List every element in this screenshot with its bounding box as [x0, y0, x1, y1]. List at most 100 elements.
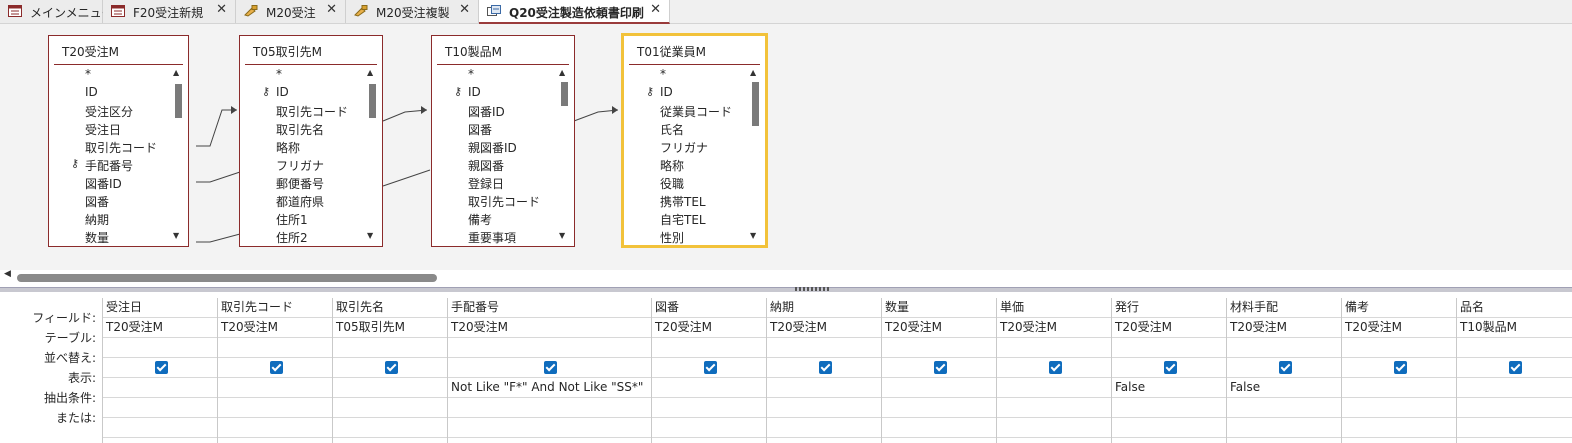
show-cell[interactable] [1457, 358, 1572, 378]
show-cell[interactable] [997, 358, 1112, 378]
field-item[interactable]: 住所2 [276, 229, 308, 246]
field-cell[interactable]: 単価 [997, 298, 1112, 318]
field-item[interactable]: 重要事項 [468, 229, 516, 246]
scroll-up-icon[interactable]: ▲ [173, 68, 179, 77]
table-cell[interactable]: T20受注M [997, 318, 1112, 338]
show-checkbox[interactable] [155, 361, 168, 374]
table-t05-customer[interactable]: T05取引先M * ⚷ ID 取引先コード 取引先名 略称 フリガナ 郵便番号 … [239, 35, 383, 247]
or-cell[interactable] [1342, 398, 1457, 418]
show-checkbox[interactable] [544, 361, 557, 374]
scroll-down-icon[interactable]: ▼ [173, 231, 179, 240]
table-cell[interactable]: T20受注M [767, 318, 882, 338]
table-scrollbar[interactable]: ▲ ▼ [750, 68, 761, 240]
or-cell[interactable] [448, 398, 652, 418]
field-item[interactable]: 備考 [468, 211, 492, 228]
field-item[interactable]: 図番ID [85, 175, 122, 192]
table-t10-product[interactable]: T10製品M * ⚷ ID 図番ID 図番 親図番ID 親図番 登録日 取引先コ… [431, 35, 575, 247]
field-item[interactable]: 氏名 [660, 121, 684, 138]
field-cell[interactable]: 材料手配 [1227, 298, 1342, 318]
field-item[interactable]: 受注日 [85, 121, 121, 138]
criteria-cell[interactable] [333, 378, 448, 398]
field-cell[interactable]: 数量 [882, 298, 997, 318]
criteria-cell[interactable] [882, 378, 997, 398]
or-cell[interactable] [997, 398, 1112, 418]
scroll-up-icon[interactable]: ▲ [367, 68, 373, 77]
or-cell[interactable] [103, 398, 218, 418]
field-item[interactable]: 携帯TEL [660, 193, 706, 210]
table-cell[interactable]: T05取引先M [333, 318, 448, 338]
close-icon[interactable]: ✕ [326, 2, 337, 17]
field-cell[interactable]: 品名 [1457, 298, 1572, 318]
field-item[interactable]: 性別 [660, 229, 684, 246]
table-cell[interactable]: T20受注M [1342, 318, 1457, 338]
close-icon[interactable]: ✕ [650, 2, 661, 17]
criteria-cell[interactable]: Not Like "F*" And Not Like "SS*" [448, 378, 652, 398]
scroll-up-icon[interactable]: ▲ [559, 68, 565, 77]
field-cell[interactable]: 発行 [1112, 298, 1227, 318]
field-item[interactable]: 従業員コード [660, 103, 732, 120]
or-cell[interactable] [1457, 398, 1572, 418]
field-item[interactable]: 親図番ID [468, 139, 517, 156]
field-item[interactable]: 略称 [276, 139, 300, 156]
field-item[interactable]: * [85, 67, 91, 81]
design-horizontal-scrollbar[interactable]: ◀ [0, 269, 1572, 284]
criteria-cell[interactable] [218, 378, 333, 398]
empty-cell[interactable] [767, 418, 882, 438]
table-scrollbar[interactable]: ▲ ▼ [367, 68, 378, 240]
empty-cell[interactable] [997, 418, 1112, 438]
field-cell[interactable]: 取引先名 [333, 298, 448, 318]
field-item[interactable]: フリガナ [276, 157, 324, 174]
tab-m20-order[interactable]: M20受注 ✕ [236, 0, 346, 23]
empty-cell[interactable] [103, 418, 218, 438]
criteria-cell[interactable] [767, 378, 882, 398]
or-cell[interactable] [767, 398, 882, 418]
criteria-cell[interactable] [652, 378, 767, 398]
sort-cell[interactable] [882, 338, 997, 358]
close-icon[interactable]: ✕ [216, 2, 227, 17]
criteria-cell[interactable]: False [1112, 378, 1227, 398]
field-cell[interactable]: 備考 [1342, 298, 1457, 318]
field-item[interactable]: 略称 [660, 157, 684, 174]
show-cell[interactable] [448, 358, 652, 378]
scroll-down-icon[interactable]: ▼ [750, 231, 756, 240]
field-item[interactable]: 取引先コード [85, 139, 157, 156]
show-checkbox[interactable] [1394, 361, 1407, 374]
show-checkbox[interactable] [270, 361, 283, 374]
sort-cell[interactable] [997, 338, 1112, 358]
field-item[interactable]: ID [85, 85, 98, 99]
scrollbar-thumb[interactable] [17, 274, 437, 282]
show-cell[interactable] [333, 358, 448, 378]
field-item[interactable]: * [468, 67, 474, 81]
field-item[interactable]: 図番 [468, 121, 492, 138]
tab-f20-new-order[interactable]: F20受注新規 ✕ [103, 0, 236, 23]
field-item[interactable]: 自宅TEL [660, 211, 706, 228]
show-cell[interactable] [103, 358, 218, 378]
empty-cell[interactable] [333, 418, 448, 438]
sort-cell[interactable] [1227, 338, 1342, 358]
scroll-down-icon[interactable]: ▼ [559, 231, 565, 240]
field-item[interactable]: 図番ID [468, 103, 505, 120]
table-t01-employee[interactable]: T01従業員M * ⚷ ID 従業員コード 氏名 フリガナ 略称 役職 携帯TE… [621, 33, 768, 248]
show-checkbox[interactable] [385, 361, 398, 374]
table-cell[interactable]: T20受注M [652, 318, 767, 338]
empty-cell[interactable] [882, 418, 997, 438]
scroll-up-icon[interactable]: ▲ [750, 68, 756, 77]
empty-cell[interactable] [1227, 418, 1342, 438]
field-item[interactable]: 都道府県 [276, 193, 324, 210]
show-cell[interactable] [218, 358, 333, 378]
sort-cell[interactable] [1342, 338, 1457, 358]
scroll-down-icon[interactable]: ▼ [367, 231, 373, 240]
show-cell[interactable] [1342, 358, 1457, 378]
tab-q20-print-query[interactable]: Q20受注製造依頼書印刷 ✕ [479, 0, 670, 24]
tab-m20-order-copy[interactable]: M20受注複製 ✕ [346, 0, 479, 23]
criteria-cell[interactable] [997, 378, 1112, 398]
show-checkbox[interactable] [1509, 361, 1522, 374]
table-cell[interactable]: T20受注M [103, 318, 218, 338]
close-icon[interactable]: ✕ [459, 2, 470, 17]
field-item[interactable]: 取引先名 [276, 121, 324, 138]
field-item[interactable]: 役職 [660, 175, 684, 192]
show-checkbox[interactable] [819, 361, 832, 374]
sort-cell[interactable] [448, 338, 652, 358]
field-item[interactable]: 取引先コード [468, 193, 540, 210]
field-cell[interactable]: 納期 [767, 298, 882, 318]
